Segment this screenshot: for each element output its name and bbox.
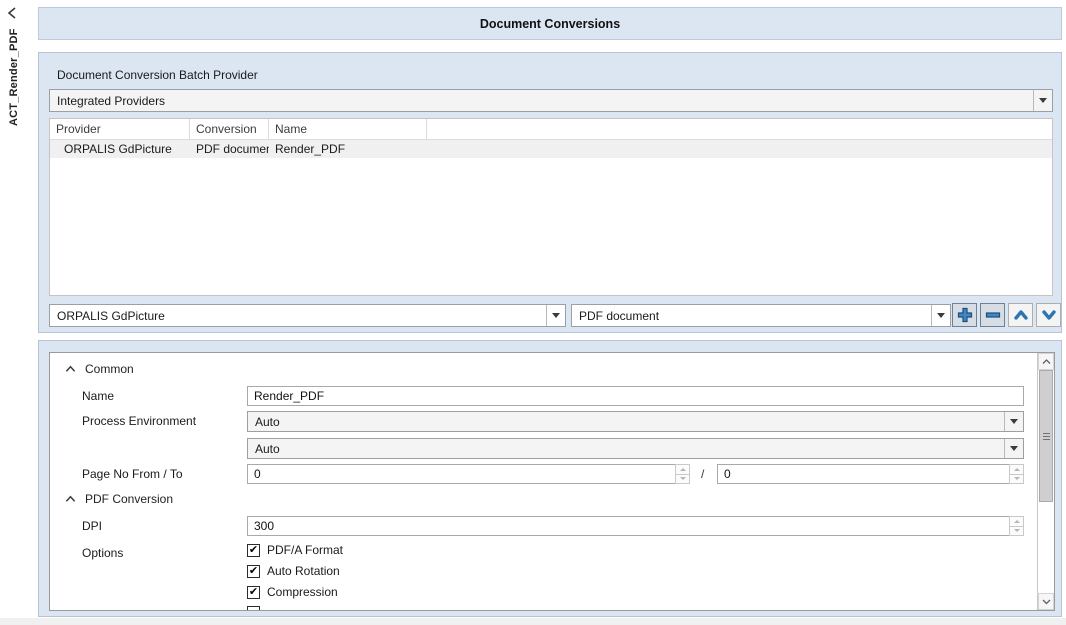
dropdown-arrow-icon[interactable]	[1004, 439, 1023, 458]
chevron-up-icon	[65, 495, 76, 503]
page-from-input[interactable]	[248, 465, 689, 483]
stepper-up-icon[interactable]	[1009, 516, 1024, 527]
section-header-pdf-conversion[interactable]: PDF Conversion	[65, 492, 173, 506]
process-environment-dropdown[interactable]: Auto	[247, 411, 1024, 432]
stepper-down-icon[interactable]	[675, 475, 690, 485]
section-title: Common	[85, 362, 134, 376]
checkbox-compression[interactable]: ✔ Compression	[247, 585, 338, 599]
remove-provider-button[interactable]	[980, 303, 1005, 327]
provider-source-value: Integrated Providers	[50, 94, 1033, 108]
chevron-down-icon	[1041, 308, 1057, 322]
batch-provider-label: Document Conversion Batch Provider	[57, 68, 258, 82]
move-down-button[interactable]	[1036, 303, 1061, 327]
page-from-field[interactable]	[247, 464, 690, 484]
properties-form: Common Name Process Environment Auto Aut…	[49, 352, 1055, 611]
scrollbar-down-button[interactable]	[1038, 593, 1054, 610]
dpi-input[interactable]	[248, 517, 1023, 535]
stepper-down-icon[interactable]	[1009, 527, 1024, 537]
stepper-down-icon[interactable]	[1009, 475, 1024, 485]
page-title: Document Conversions	[38, 7, 1062, 40]
checkbox-label: PDF/A Format	[267, 543, 343, 557]
window-bottom-edge	[0, 618, 1066, 625]
batch-provider-panel: Document Conversion Batch Provider Integ…	[38, 52, 1062, 333]
column-header-provider[interactable]: Provider	[50, 119, 190, 139]
scrollbar-thumb[interactable]	[1039, 370, 1053, 502]
page-range-label: Page No From / To	[82, 467, 183, 481]
process-environment-secondary-dropdown[interactable]: Auto	[247, 438, 1024, 459]
column-header-empty	[427, 119, 1052, 139]
process-environment-value: Auto	[248, 415, 1004, 429]
checkbox-pdfa-format[interactable]: ✔ PDF/A Format	[247, 543, 343, 557]
page-to-stepper[interactable]	[1009, 464, 1024, 484]
move-up-button[interactable]	[1008, 303, 1033, 327]
checkbox-checked-icon[interactable]: ✔	[247, 586, 260, 599]
row-provider-cell: ORPALIS GdPicture	[50, 142, 190, 156]
scrollbar-grip-icon	[1043, 433, 1050, 440]
page-to-field[interactable]	[717, 464, 1024, 484]
checkbox-auto-rotation[interactable]: ✔ Auto Rotation	[247, 564, 340, 578]
dropdown-arrow-icon[interactable]	[931, 305, 950, 326]
name-label: Name	[82, 389, 114, 403]
properties-panel: Common Name Process Environment Auto Aut…	[38, 340, 1062, 617]
add-provider-button[interactable]	[952, 303, 977, 327]
checkbox-checked-icon[interactable]: ✔	[247, 565, 260, 578]
checkbox-label: Compression	[267, 585, 338, 599]
dropdown-arrow-icon[interactable]	[1004, 412, 1023, 431]
options-label: Options	[82, 546, 123, 560]
column-header-name[interactable]: Name	[269, 119, 427, 139]
checkbox-checked-icon[interactable]: ✔	[247, 544, 260, 557]
conversion-dropdown-value: PDF document	[572, 309, 931, 323]
page-from-stepper[interactable]	[675, 464, 690, 484]
row-conversion-cell: PDF document	[190, 142, 269, 156]
minus-icon	[985, 307, 1001, 323]
properties-scrollbar[interactable]	[1037, 353, 1054, 610]
conversion-dropdown[interactable]: PDF document	[571, 304, 951, 327]
stepper-up-icon[interactable]	[675, 464, 690, 475]
dropdown-arrow-icon[interactable]	[1033, 90, 1052, 111]
chevron-up-icon	[65, 365, 76, 373]
collapse-panel-icon[interactable]	[6, 6, 18, 20]
providers-table: Provider Conversion Name ORPALIS GdPictu…	[49, 118, 1053, 296]
dpi-field[interactable]	[247, 516, 1024, 536]
scroll-up-icon	[1042, 359, 1051, 365]
chevron-up-icon	[1013, 308, 1029, 322]
process-environment-label: Process Environment	[82, 414, 196, 428]
checkbox-label: Auto Rotation	[267, 564, 340, 578]
checkbox-partial[interactable]: ✔	[247, 606, 260, 611]
checkbox-icon[interactable]: ✔	[247, 606, 260, 611]
table-row[interactable]: ORPALIS GdPicture PDF document Render_PD…	[50, 140, 1052, 158]
name-input[interactable]	[248, 387, 1023, 405]
page-range-separator: /	[701, 467, 704, 481]
name-field[interactable]	[247, 386, 1024, 406]
dpi-label: DPI	[82, 519, 102, 533]
scrollbar-track[interactable]	[1038, 370, 1054, 593]
dropdown-arrow-icon[interactable]	[546, 305, 565, 326]
process-environment-secondary-value: Auto	[248, 442, 1004, 456]
provider-source-dropdown[interactable]: Integrated Providers	[49, 89, 1053, 112]
providers-table-header: Provider Conversion Name	[50, 119, 1052, 140]
app-window: ACT_Render_PDF Document Conversions Docu…	[0, 0, 1066, 625]
section-header-common[interactable]: Common	[65, 362, 134, 376]
page-to-input[interactable]	[718, 465, 1023, 483]
row-name-cell: Render_PDF	[269, 142, 427, 156]
sidebar-tab-act-render-pdf[interactable]: ACT_Render_PDF	[3, 26, 25, 126]
plus-icon	[957, 307, 973, 323]
provider-dropdown[interactable]: ORPALIS GdPicture	[49, 304, 566, 327]
scrollbar-up-button[interactable]	[1038, 353, 1054, 370]
column-header-conversion[interactable]: Conversion	[190, 119, 269, 139]
scroll-down-icon	[1042, 599, 1051, 605]
provider-dropdown-value: ORPALIS GdPicture	[50, 309, 546, 323]
stepper-up-icon[interactable]	[1009, 464, 1024, 475]
section-title: PDF Conversion	[85, 492, 173, 506]
dpi-stepper[interactable]	[1009, 516, 1024, 536]
